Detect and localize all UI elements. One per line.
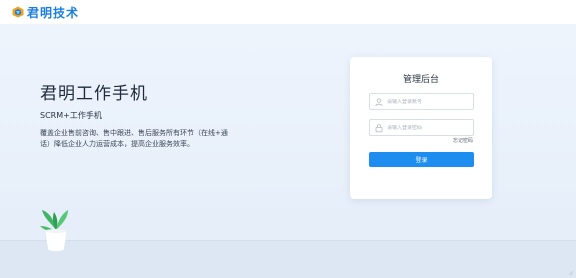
password-input[interactable]: [387, 124, 467, 131]
login-button[interactable]: 登录: [369, 152, 474, 167]
password-field[interactable]: [369, 119, 474, 136]
username-field[interactable]: [369, 93, 474, 110]
logo-text: 君明技术: [27, 5, 80, 20]
username-input[interactable]: [387, 98, 467, 105]
brand-logo[interactable]: 君明技术: [12, 4, 79, 20]
bottom-band: [0, 241, 576, 278]
login-card: 管理后台 忘记密码 登录: [350, 57, 492, 199]
hero-section: 君明工作手机 SCRM+工作手机 覆盖企业售前咨询、售中跟进、售后服务所有环节（…: [0, 24, 576, 278]
lock-icon: [375, 123, 383, 132]
resize-handle-icon: [568, 270, 574, 276]
hero-description: 覆盖企业售前咨询、售中跟进、售后服务所有环节（在线+通话）降低企业人力运营成本，…: [40, 129, 228, 148]
jm-logo-icon: [12, 6, 24, 18]
forgot-password-link[interactable]: 忘记密码: [453, 137, 473, 144]
user-icon: [375, 97, 383, 106]
login-title: 管理后台: [402, 75, 439, 85]
hero-title: 君明工作手机: [40, 84, 148, 104]
hero-subtitle: SCRM+工作手机: [40, 111, 102, 120]
potted-plant-illustration: [40, 210, 68, 252]
top-header: 君明技术: [0, 0, 576, 24]
